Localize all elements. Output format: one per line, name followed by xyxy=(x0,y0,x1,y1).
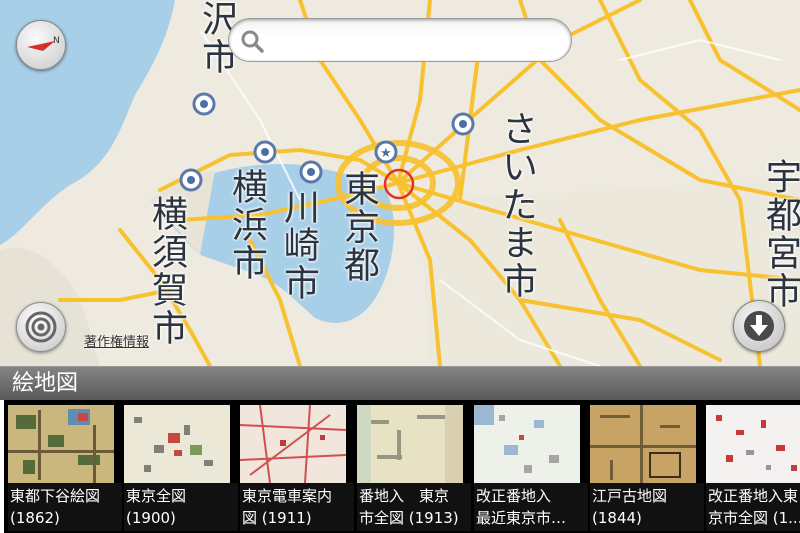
svg-text:★: ★ xyxy=(380,146,392,161)
panel-title: 絵地図 xyxy=(12,371,79,396)
map-caption: 改正番地入 最近東京市… xyxy=(474,483,588,531)
map-caption: 改正番地入東 京市全図 (1... xyxy=(706,483,800,531)
arrow-down-icon xyxy=(744,311,774,341)
map-caption: 東京全図 (1900) xyxy=(124,483,238,531)
city-label-saitama: さいたま市 xyxy=(496,110,537,300)
search-icon xyxy=(241,30,264,53)
city-label-yokohama: 横浜市 xyxy=(226,168,267,282)
map-thumbnail xyxy=(474,405,580,483)
panel-header: 絵地図 xyxy=(0,366,800,400)
map-caption: 江戸古地図 (1844) xyxy=(590,483,704,531)
map-caption: 東都下谷絵図 (1862) xyxy=(8,483,122,531)
historic-map-card[interactable]: 改正番地入 最近東京市… xyxy=(474,405,588,531)
historic-map-card[interactable]: 東都下谷絵図 (1862) xyxy=(8,405,122,531)
map-thumbnail xyxy=(124,405,230,483)
copyright-link[interactable]: 著作権情報 xyxy=(84,331,149,350)
map-view[interactable]: ★ 沢市 横浜市 横須賀市 川崎市 東京都 さいたま市 宇都宮市 N 著作権情報 xyxy=(0,0,800,366)
city-label-tokyo: 東京都 xyxy=(338,170,379,284)
map-thumbnail xyxy=(706,405,800,483)
target-icon xyxy=(25,311,57,343)
current-location-button[interactable] xyxy=(16,302,66,352)
historic-map-card[interactable]: 江戸古地図 (1844) xyxy=(590,405,704,531)
map-thumbnail xyxy=(240,405,346,483)
search-bar[interactable] xyxy=(228,18,572,62)
svg-text:N: N xyxy=(53,36,60,46)
map-caption: 東京電車案内図 (1911) xyxy=(240,483,354,531)
map-thumbnail xyxy=(8,405,114,483)
city-label-utsunomiya: 宇都宮市 xyxy=(760,158,800,310)
historic-map-card[interactable]: 東京電車案内図 (1911) xyxy=(240,405,354,531)
city-label-yokosuka: 横須賀市 xyxy=(146,195,187,347)
historic-map-card[interactable]: 東京全図 (1900) xyxy=(124,405,238,531)
historic-map-card[interactable]: 改正番地入東 京市全図 (1... xyxy=(706,405,800,531)
compass-icon: N xyxy=(27,36,60,51)
historic-map-carousel[interactable]: 東都下谷絵図 (1862) 東京全図 (1900) 東京電車案内図 (1911) 番… xyxy=(0,400,800,533)
map-thumbnail xyxy=(590,405,696,483)
city-label-kawasaki: 川崎市 xyxy=(278,188,319,302)
download-button[interactable] xyxy=(733,300,785,352)
compass-button[interactable]: N xyxy=(16,20,66,70)
map-thumbnail xyxy=(357,405,463,483)
map-caption: 番地入 東京 市全図 (1913) xyxy=(357,483,471,531)
historic-map-card[interactable]: 番地入 東京 市全図 (1913) xyxy=(357,405,471,531)
scroll-edge-indicator xyxy=(0,400,4,533)
search-input[interactable] xyxy=(273,25,562,57)
